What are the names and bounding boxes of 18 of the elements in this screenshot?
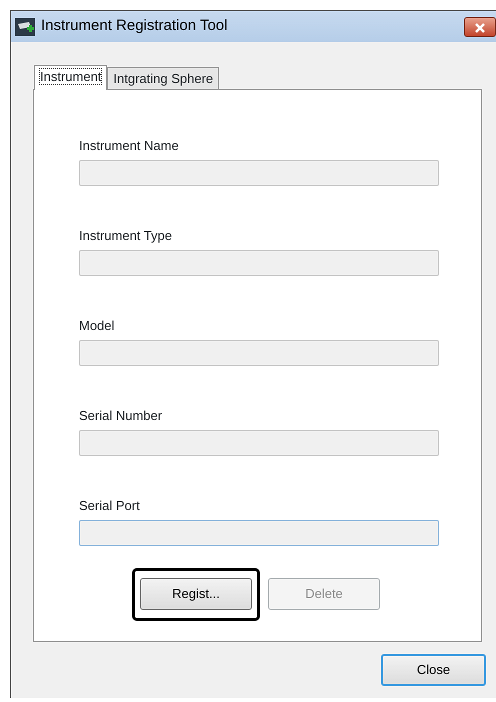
field-label: Serial Number: [79, 407, 164, 424]
field-label: Serial Port: [79, 497, 141, 514]
input-field[interactable]: [79, 430, 439, 456]
window-close-button[interactable]: [464, 16, 496, 36]
tab[interactable]: Instrument: [34, 65, 108, 90]
field-label: Instrument Type: [79, 227, 173, 244]
close-button[interactable]: Close: [381, 654, 486, 686]
close-icon: [474, 22, 486, 33]
window-title: Instrument Registration Tool: [41, 16, 228, 36]
input-field[interactable]: [79, 520, 439, 546]
field-label: Instrument Name: [79, 137, 180, 154]
field-label: Model: [79, 317, 116, 334]
dialog-button[interactable]: Regist...: [140, 578, 252, 610]
input-field[interactable]: [79, 250, 439, 276]
input-field[interactable]: [79, 340, 439, 366]
input-field[interactable]: [79, 160, 439, 186]
app-icon: [15, 18, 35, 36]
tab[interactable]: Intgrating Sphere: [107, 67, 220, 89]
